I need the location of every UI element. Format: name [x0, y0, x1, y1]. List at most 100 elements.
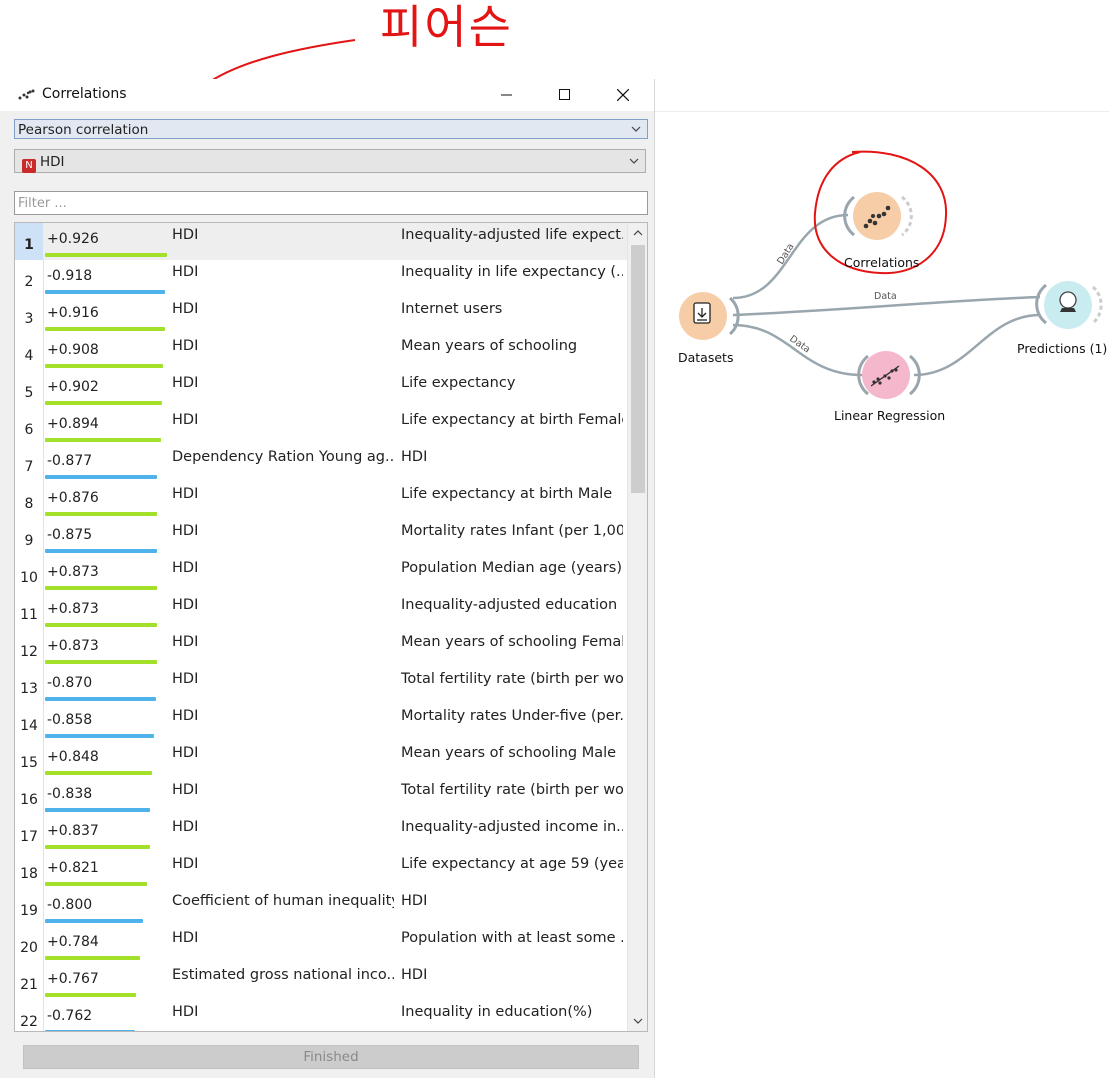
table-row[interactable]: 21 +0.767 Estimated gross national inco...… [15, 963, 627, 1000]
correlation-bar [45, 993, 136, 997]
attribute-2: Inequality-adjusted income in... [401, 819, 623, 835]
correlation-value: -0.875 [47, 527, 93, 543]
table-row[interactable]: 3 +0.916 HDI Internet users [15, 297, 627, 334]
window-title: Correlations [42, 86, 127, 102]
table-row[interactable]: 20 +0.784 HDI Population with at least some… [15, 926, 627, 963]
correlation-bar [45, 549, 157, 553]
row-number: 6 [24, 422, 34, 438]
correlation-value: +0.837 [47, 823, 99, 839]
attribute-1: HDI [172, 264, 199, 280]
attribute-2: Mortality rates Infant (per 1,00... [401, 523, 623, 539]
table-row[interactable]: 7 -0.877 Dependency Ration Young ag... HDI [15, 445, 627, 482]
close-button[interactable] [594, 79, 652, 111]
correlation-value: +0.908 [47, 342, 99, 358]
attribute-2: Total fertility rate (birth per wo... [401, 671, 623, 687]
attribute-1: HDI [172, 1004, 199, 1020]
correlation-bar [45, 623, 157, 627]
attribute-2: HDI [401, 449, 428, 465]
correlation-bar [45, 808, 150, 812]
correlation-bar [45, 919, 143, 923]
row-number: 21 [20, 977, 38, 993]
table-row[interactable]: 10 +0.873 HDI Population Median age (years)… [15, 556, 627, 593]
correlation-bar [45, 882, 147, 886]
row-number: 9 [24, 533, 34, 549]
table-row[interactable]: 5 +0.902 HDI Life expectancy [15, 371, 627, 408]
correlation-method-dropdown[interactable]: Pearson correlation [14, 119, 648, 139]
row-number: 8 [24, 496, 34, 512]
numeric-variable-icon: N [22, 159, 36, 173]
table-row[interactable]: 9 -0.875 HDI Mortality rates Infant (per 1,… [15, 519, 627, 556]
row-number: 11 [20, 607, 38, 623]
correlation-bar [45, 956, 140, 960]
correlation-method-value: Pearson correlation [18, 122, 149, 138]
correlation-value: +0.873 [47, 638, 99, 654]
node-predictions[interactable] [1035, 281, 1103, 329]
correlation-bar [45, 845, 150, 849]
minimize-button[interactable] [478, 79, 536, 111]
correlation-value: +0.902 [47, 379, 99, 395]
scroll-up-icon[interactable] [628, 225, 648, 241]
handwritten-annotation: 피어슨 [380, 0, 513, 54]
correlation-bar [45, 1030, 135, 1031]
correlations-window: Correlations Pearson correlation NHDI 1+… [0, 79, 655, 1078]
correlation-bar [45, 771, 152, 775]
edge-datasets-linear-regression [732, 323, 863, 377]
table-row[interactable]: 14 -0.858 HDI Mortality rates Under-five (p… [15, 704, 627, 741]
vertical-scrollbar[interactable] [627, 223, 648, 1031]
scrollbar-thumb[interactable] [631, 245, 645, 493]
table-row[interactable]: 12 +0.873 HDI Mean years of schooling Femal… [15, 630, 627, 667]
table-row[interactable]: 13 -0.870 HDI Total fertility rate (birth p… [15, 667, 627, 704]
table-row[interactable]: 6 +0.894 HDI Life expectancy at birth Femal… [15, 408, 627, 445]
attribute-1: HDI [172, 671, 199, 687]
correlation-table: 1 +0.926 HDI Inequality-adjusted life expec… [14, 222, 648, 1032]
row-number: 16 [20, 792, 38, 808]
node-label-datasets: Datasets [678, 350, 734, 365]
attribute-2: Internet users [401, 301, 503, 317]
minimize-icon [501, 94, 512, 96]
feature-dropdown[interactable]: N HDI [14, 149, 646, 173]
table-row[interactable]: 2 -0.918 HDI Inequality in life expectancy … [15, 260, 627, 297]
correlation-value: -0.877 [47, 453, 93, 469]
table-row[interactable]: 11 +0.873 HDI Inequality-adjusted education… [15, 593, 627, 630]
attribute-2: Population with at least some ... [401, 930, 623, 946]
maximize-button[interactable] [536, 79, 594, 111]
filter-input[interactable] [14, 191, 648, 215]
correlations-app-icon [18, 89, 35, 100]
attribute-2: Mean years of schooling Male [401, 745, 617, 761]
node-correlations[interactable] [843, 192, 913, 240]
attribute-2: Total fertility rate (birth per wo... [401, 782, 623, 798]
row-number: 4 [24, 348, 34, 364]
datasets-icon [693, 302, 711, 324]
table-row[interactable]: 22 -0.762 HDI Inequality in education(%) [15, 1000, 627, 1031]
table-row[interactable]: 8 +0.876 HDI Life expectancy at birth Male [15, 482, 627, 519]
correlation-value: -0.762 [47, 1008, 93, 1024]
correlation-bar [45, 734, 154, 738]
attribute-2: HDI [401, 893, 428, 909]
table-row[interactable]: 18 +0.821 HDI Life expectancy at age 59 (ye… [15, 852, 627, 889]
attribute-2: Life expectancy at birth Female [401, 412, 623, 428]
correlation-value: +0.873 [47, 601, 99, 617]
node-datasets[interactable] [679, 292, 740, 340]
row-number: 14 [20, 718, 38, 734]
attribute-2: Inequality in education(%) [401, 1004, 593, 1020]
predictions-icon [1059, 291, 1077, 312]
row-number: 7 [24, 459, 34, 475]
node-linear-regression[interactable] [857, 351, 921, 399]
row-number: 13 [20, 681, 38, 697]
table-row[interactable]: 1 +0.926 HDI Inequality-adjusted life expec… [15, 223, 627, 260]
close-icon [617, 89, 629, 101]
correlation-bar [45, 253, 167, 257]
row-number: 22 [20, 1014, 38, 1030]
scroll-down-icon[interactable] [628, 1013, 648, 1029]
correlation-value: -0.838 [47, 786, 93, 802]
attribute-1: HDI [172, 560, 199, 576]
correlation-bar [45, 475, 157, 479]
table-row[interactable]: 15 +0.848 HDI Mean years of schooling Male [15, 741, 627, 778]
table-row[interactable]: 19 -0.800 Coefficient of human inequality H… [15, 889, 627, 926]
table-row[interactable]: 4 +0.908 HDI Mean years of schooling [15, 334, 627, 371]
correlation-value: -0.918 [47, 268, 93, 284]
attribute-2: Inequality-adjusted education ... [401, 597, 623, 613]
attribute-2: Life expectancy [401, 375, 516, 391]
table-row[interactable]: 17 +0.837 HDI Inequality-adjusted income in… [15, 815, 627, 852]
table-row[interactable]: 16 -0.838 HDI Total fertility rate (birth p… [15, 778, 627, 815]
